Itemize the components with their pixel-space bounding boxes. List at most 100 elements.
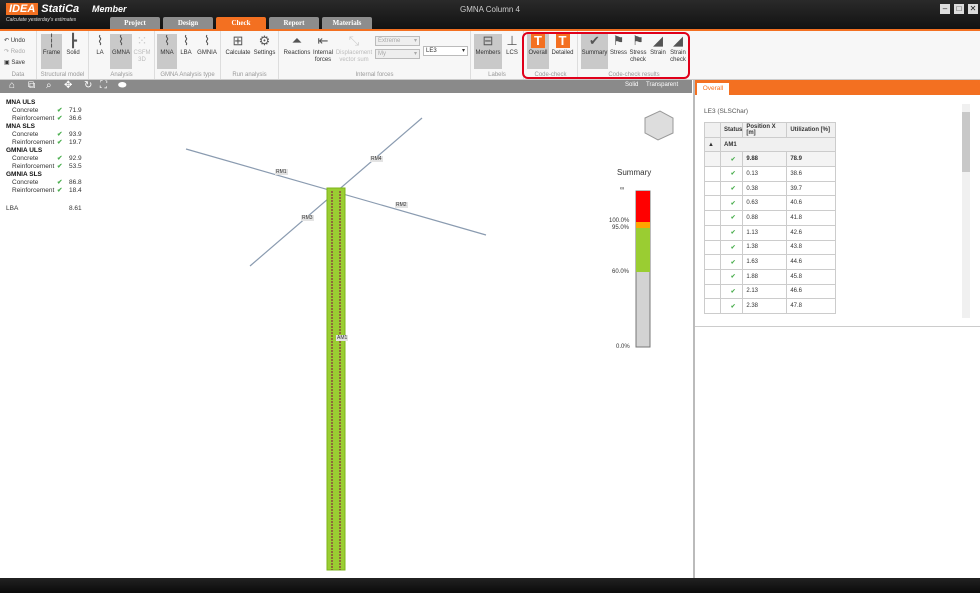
position-cell: 2.13 xyxy=(742,283,788,300)
solid-label: Solid xyxy=(66,50,80,56)
maximize-button[interactable]: □ xyxy=(954,4,964,14)
tab-materials[interactable]: Materials xyxy=(322,17,372,29)
csfm-label: CSFM 3D xyxy=(133,50,151,63)
max-row[interactable]: ✔ 9.88 78.9 xyxy=(704,151,837,168)
group-row[interactable]: ▲ AM1 xyxy=(704,136,837,153)
position-cell: 9.88 xyxy=(742,151,788,168)
load-case-caption: LE3 (SLSChar) xyxy=(704,108,749,115)
position-cell: 1.38 xyxy=(742,239,788,256)
transparent-mode-button[interactable]: Transparent xyxy=(646,82,678,88)
tab-report[interactable]: Report xyxy=(269,17,319,29)
mna-button[interactable]: ⌇ MNA xyxy=(157,34,177,69)
member-label: RM3 xyxy=(301,215,314,221)
gear-icon: ⚙ xyxy=(258,33,271,48)
position-cell: 1.63 xyxy=(742,254,788,270)
home-icon[interactable]: ⌂ xyxy=(9,80,15,91)
save-label: Save xyxy=(11,60,26,66)
table-row[interactable]: ✔ 2.13 46.6 xyxy=(704,283,837,300)
utilization-cell: 40.6 xyxy=(786,195,837,212)
collapse-icon[interactable]: ▲ xyxy=(704,136,721,153)
zoom-extents-icon[interactable]: ⛶ xyxy=(100,80,107,91)
table-row[interactable]: ✔ 0.88 41.8 xyxy=(704,210,837,226)
results-table: Status Position X [m] Utilization [%] ▲ AM1… xyxy=(704,122,837,314)
position-cell: 2.38 xyxy=(742,298,788,314)
gmna-button[interactable]: ⌇ GMNA xyxy=(110,34,132,69)
member-label: RM4 xyxy=(370,156,383,162)
la-button[interactable]: ⌇ LA xyxy=(92,34,108,66)
tab-design[interactable]: Design xyxy=(163,17,213,29)
utilization-cell: 78.9 xyxy=(786,151,837,168)
position-cell: 0.88 xyxy=(742,210,788,226)
pan-icon[interactable]: ✥ xyxy=(64,80,72,91)
csfm-button[interactable]: ⁙ CSFM 3D xyxy=(133,34,151,66)
label-rm3: RM3 xyxy=(301,214,314,221)
check-icon: ✔ xyxy=(719,166,744,182)
reactions-button[interactable]: ⏶ Reactions xyxy=(282,34,312,66)
minimize-button[interactable]: – xyxy=(940,4,950,14)
scrollbar[interactable] xyxy=(962,104,970,318)
col-utilization: Utilization [%] xyxy=(786,122,837,138)
utilization-cell: 41.8 xyxy=(786,210,837,226)
table-row[interactable]: ✔ 0.38 39.7 xyxy=(704,180,837,197)
undo-icon: ↶ xyxy=(4,38,10,44)
extreme-dropdown[interactable]: Extreme xyxy=(375,36,420,46)
table-row[interactable]: ✔ 0.13 38.6 xyxy=(704,166,837,182)
tab-project[interactable]: Project xyxy=(110,17,160,29)
lba-button[interactable]: ⌇ LBA xyxy=(178,34,194,66)
rotate-icon[interactable]: ↻ xyxy=(84,80,92,91)
table-row[interactable]: ✔ 1.63 44.6 xyxy=(704,254,837,270)
member-label: AM1 xyxy=(336,335,349,341)
tree-cell xyxy=(704,210,721,226)
close-button[interactable]: ✕ xyxy=(968,4,978,14)
solid-button[interactable]: ┣ Solid xyxy=(63,34,83,66)
table-row[interactable]: ✔ 1.13 42.6 xyxy=(704,224,837,241)
member-label: RM2 xyxy=(395,202,408,208)
group-label: Run analysis xyxy=(232,72,267,78)
calculate-button[interactable]: ⊞ Calculate xyxy=(224,34,252,66)
col-position: Position X [m] xyxy=(742,122,788,138)
scrollbar-thumb[interactable] xyxy=(962,112,970,172)
displacement-button[interactable]: ⤡ Displacement vector sum xyxy=(335,34,373,66)
tab-check[interactable]: Check xyxy=(216,17,266,29)
settings-button[interactable]: ⚙ Settings xyxy=(252,34,277,66)
reactions-icon: ⏶ xyxy=(291,33,303,48)
load-case-dropdown[interactable]: LE3 xyxy=(423,46,468,56)
undo-button[interactable]: ↶ Undo xyxy=(4,37,25,44)
save-button[interactable]: ▣ Save xyxy=(4,59,25,66)
window-title: GMNA Column 4 xyxy=(459,5,521,14)
legend-tick: 60.0% xyxy=(612,269,630,275)
redo-button[interactable]: ↷ Redo xyxy=(4,48,25,55)
internal-forces-button[interactable]: ⇤ Internal forces xyxy=(312,34,334,66)
table-row[interactable]: ✔ 2.38 47.8 xyxy=(704,298,837,314)
position-cell: 0.13 xyxy=(742,166,788,182)
tree-cell xyxy=(704,180,721,197)
settings-label: Settings xyxy=(253,50,276,56)
gmnia-label: GMNIA xyxy=(197,50,217,56)
utilization-cell: 44.6 xyxy=(786,254,837,270)
table-row[interactable]: ✔ 1.38 43.8 xyxy=(704,239,837,256)
legend-title: Summary xyxy=(617,168,652,177)
utilization-cell: 46.6 xyxy=(786,283,837,300)
lba-label: LBA xyxy=(180,50,192,56)
tab-overall[interactable]: Overall xyxy=(697,83,729,95)
solid-mode-button[interactable]: Solid xyxy=(625,82,638,88)
gmna-icon: ⌇ xyxy=(117,33,125,48)
lcs-button[interactable]: ⊥ LCS xyxy=(503,34,521,66)
members-button[interactable]: ⊟ Members xyxy=(474,34,502,69)
table-header: Status Position X [m] Utilization [%] xyxy=(704,122,837,138)
calculate-label: Calculate xyxy=(225,50,251,56)
zoom-window-icon[interactable]: ⧉ xyxy=(28,80,35,91)
lba-icon: ⌇ xyxy=(182,33,190,48)
section-icon[interactable]: ⬬ xyxy=(118,80,127,91)
table-row[interactable]: ✔ 0.63 40.6 xyxy=(704,195,837,212)
group-label: GMNA Analysis type xyxy=(160,72,215,78)
table-row[interactable]: ✔ 1.88 45.8 xyxy=(704,268,837,285)
mna-label: MNA xyxy=(160,50,174,56)
tree-cell xyxy=(704,166,721,182)
legend-ok xyxy=(636,228,650,272)
frame-button[interactable]: ┆ Frame xyxy=(41,34,62,69)
gmnia-button[interactable]: ⌇ GMNIA xyxy=(195,34,219,66)
component-dropdown[interactable]: My xyxy=(375,49,420,59)
view-cube-icon[interactable] xyxy=(644,110,674,141)
zoom-icon[interactable]: ⌕ xyxy=(46,80,52,91)
